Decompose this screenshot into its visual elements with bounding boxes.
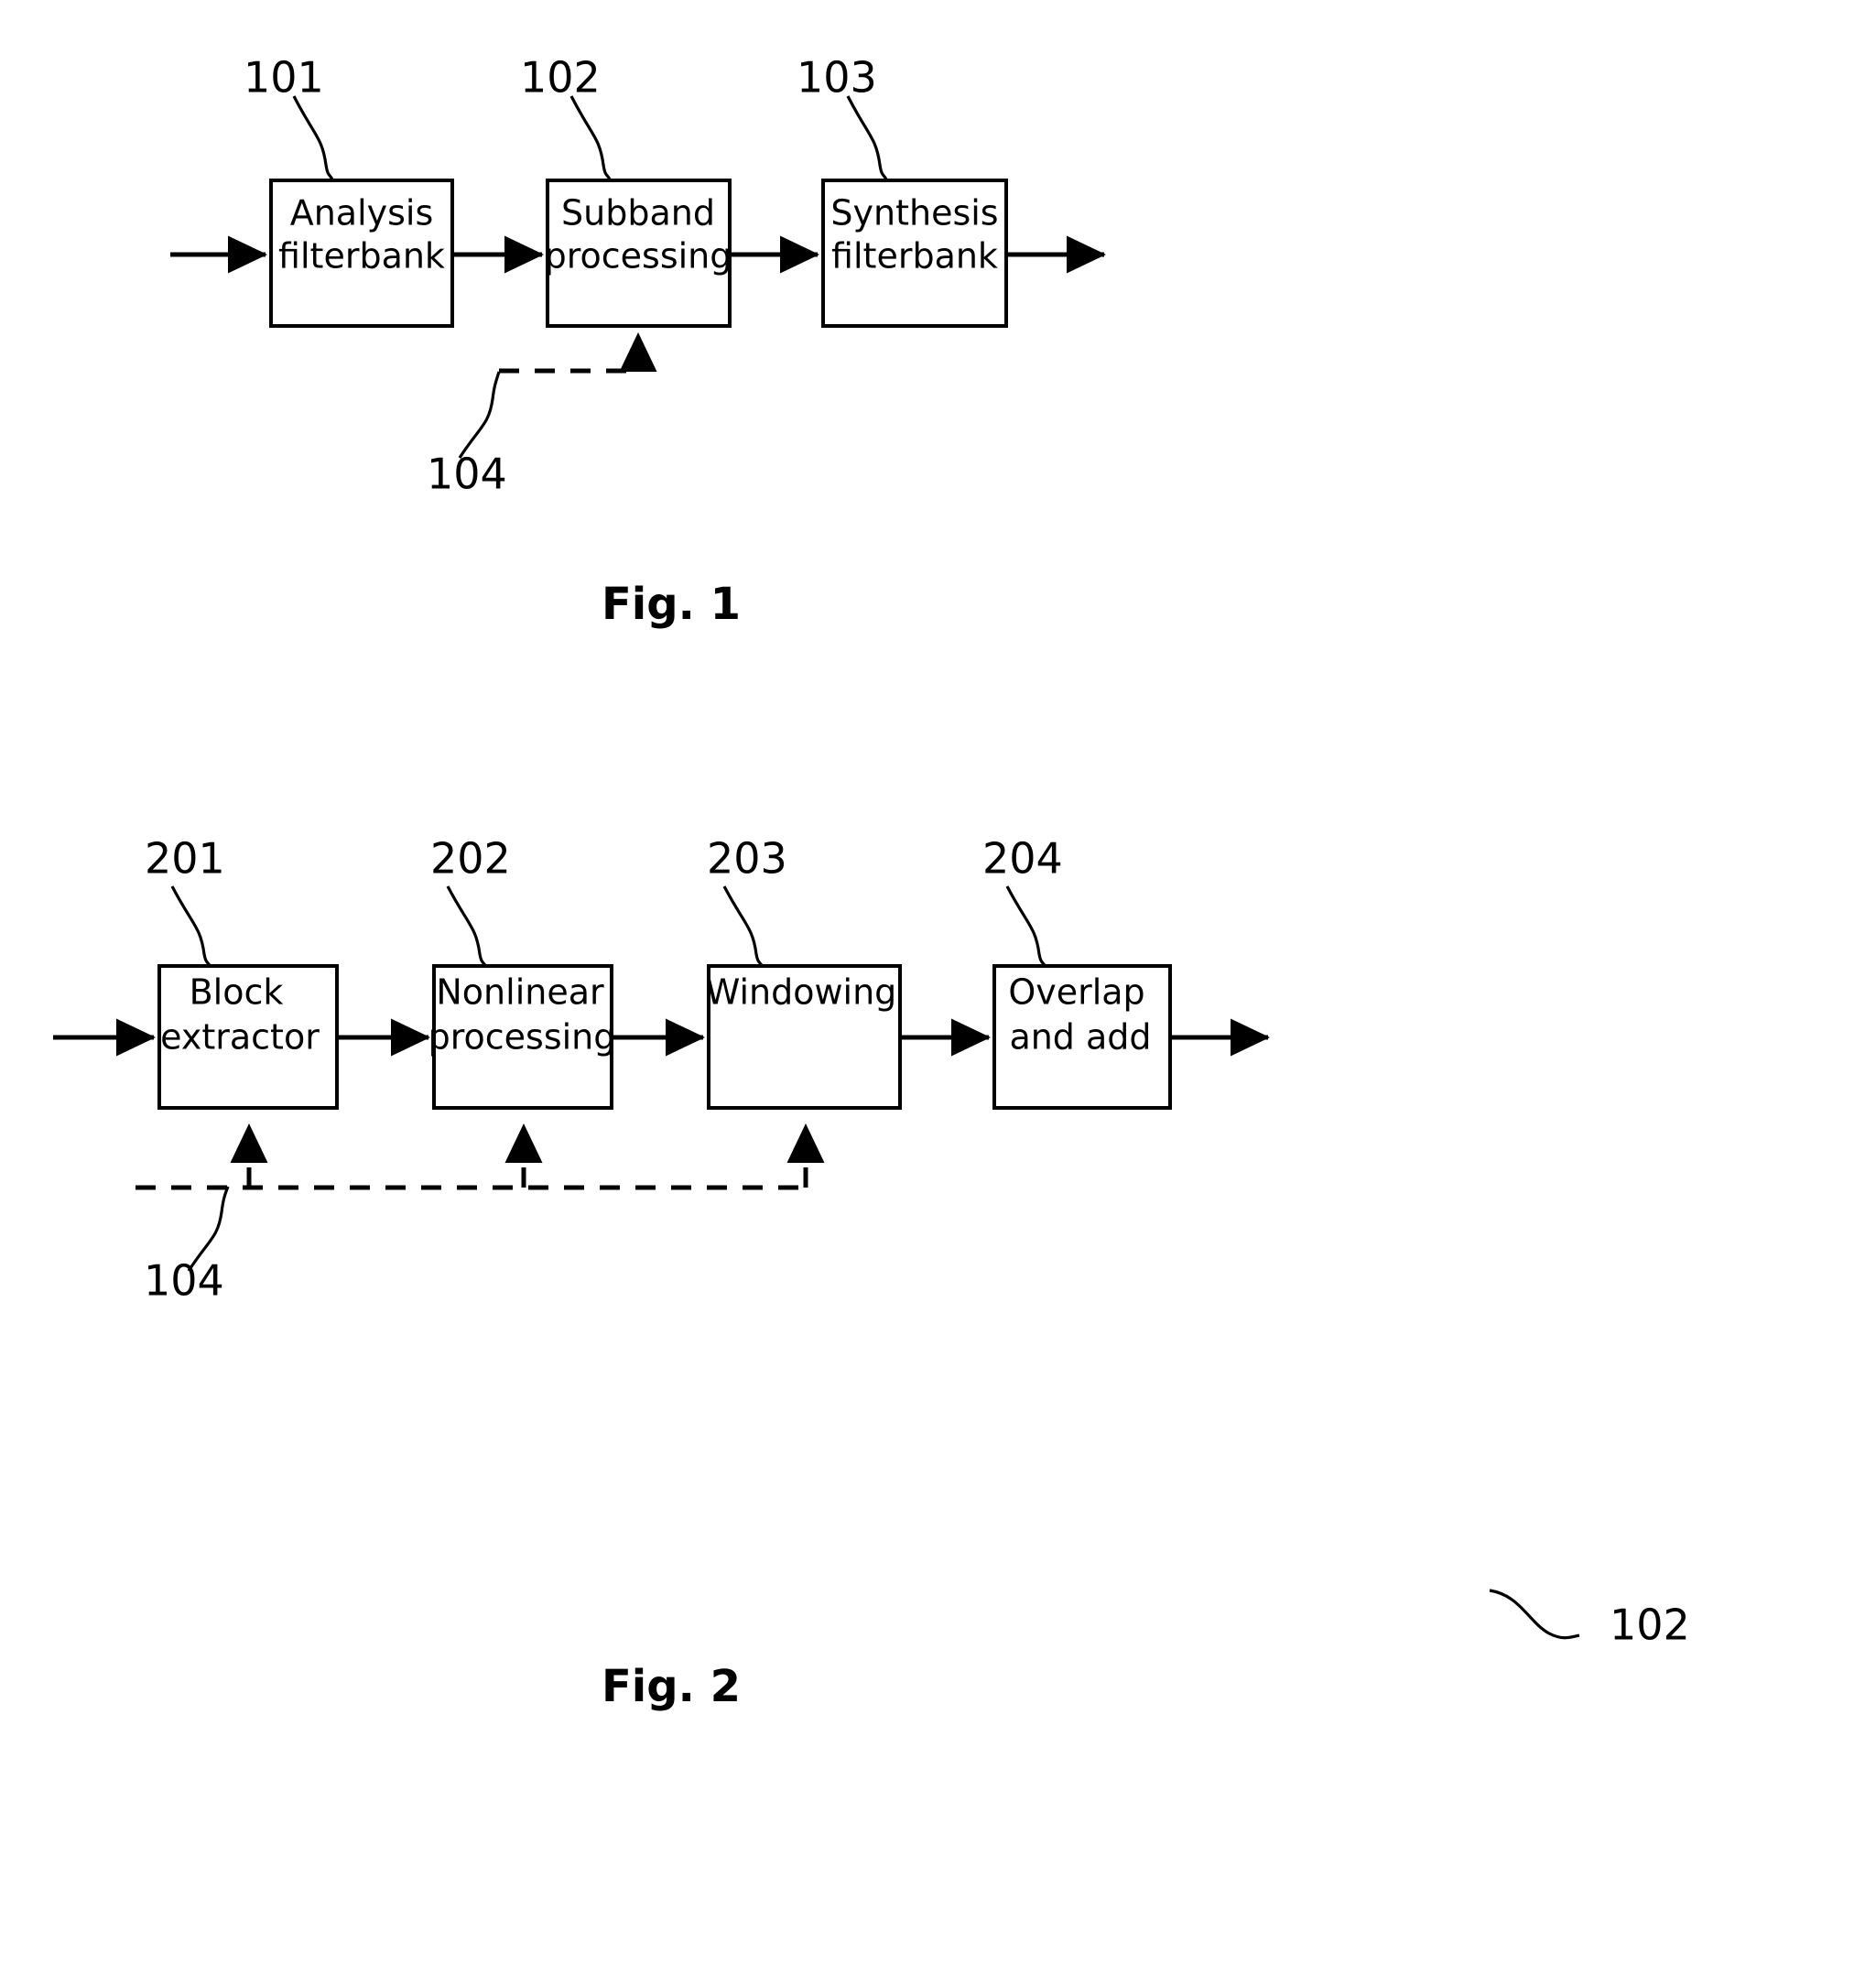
figure-2: Block extractor Nonlinear processing Win… (53, 834, 1690, 1712)
fig1-ref-104: 104 (427, 450, 507, 499)
fig1-block-103-label-line1: Synthesis (830, 193, 998, 233)
fig1-leader-101 (292, 95, 334, 180)
fig1-ref-103: 103 (797, 53, 877, 103)
fig1-control-dashed-104 (499, 331, 657, 374)
fig2-block-201-label-line1: Block (190, 972, 284, 1013)
fig2-block-204-label-line2: and add (1009, 1017, 1151, 1058)
fig1-block-101-label-line2: filterbank (278, 236, 445, 277)
fig2-block-201[interactable]: Block extractor (157, 964, 339, 1110)
fig1-caption: Fig. 1 (602, 579, 741, 630)
fig1-leader-103 (846, 95, 888, 180)
fig1-block-103-label-line2: filterbank (831, 236, 998, 277)
fig2-block-202[interactable]: Nonlinear processing (428, 964, 616, 1110)
fig2-caption: Fig. 2 (602, 1661, 741, 1712)
fig2-ref-104: 104 (144, 1256, 224, 1306)
fig2-ref-204: 204 (982, 834, 1063, 884)
fig1-leader-102 (569, 95, 612, 180)
fig2-block-202-label-line2: processing (428, 1017, 616, 1058)
fig2-block-204[interactable]: Overlap and add (992, 964, 1172, 1110)
fig2-ref-201: 201 (145, 834, 225, 884)
figure-1: Analysis filterbank Subband processing S… (170, 53, 1107, 630)
patent-drawing-sheet: Analysis filterbank Subband processing S… (0, 0, 1876, 1964)
fig2-ref-203: 203 (707, 834, 787, 884)
fig2-leader-102 (1489, 1589, 1580, 1640)
fig2-ref-202: 202 (430, 834, 511, 884)
fig2-leader-203 (722, 885, 764, 968)
fig2-block-201-label-line2: extractor (160, 1017, 320, 1058)
fig1-block-102[interactable]: Subband processing (545, 179, 732, 328)
fig2-block-204-label-line1: Overlap (1008, 972, 1144, 1013)
fig2-block-202-label-line1: Nonlinear (436, 972, 604, 1013)
figures-canvas: Analysis filterbank Subband processing S… (53, 53, 1690, 1712)
fig2-block-203[interactable]: Windowing (706, 964, 902, 1110)
fig1-ref-101: 101 (244, 53, 324, 103)
fig1-leader-104 (458, 371, 501, 459)
fig1-ref-102: 102 (520, 53, 601, 103)
fig1-block-102-label-line2: processing (545, 236, 732, 277)
fig1-block-101[interactable]: Analysis filterbank (269, 179, 454, 328)
fig2-block-203-label-line1: Windowing (706, 972, 897, 1013)
fig2-leader-202 (446, 885, 488, 968)
fig2-leader-204 (1005, 885, 1047, 968)
fig2-leader-201 (170, 885, 212, 968)
fig2-ref-102: 102 (1610, 1600, 1690, 1650)
fig1-block-102-label-line1: Subband (561, 193, 715, 233)
fig1-block-103[interactable]: Synthesis filterbank (821, 179, 1008, 328)
fig1-block-101-label-line1: Analysis (290, 193, 434, 233)
